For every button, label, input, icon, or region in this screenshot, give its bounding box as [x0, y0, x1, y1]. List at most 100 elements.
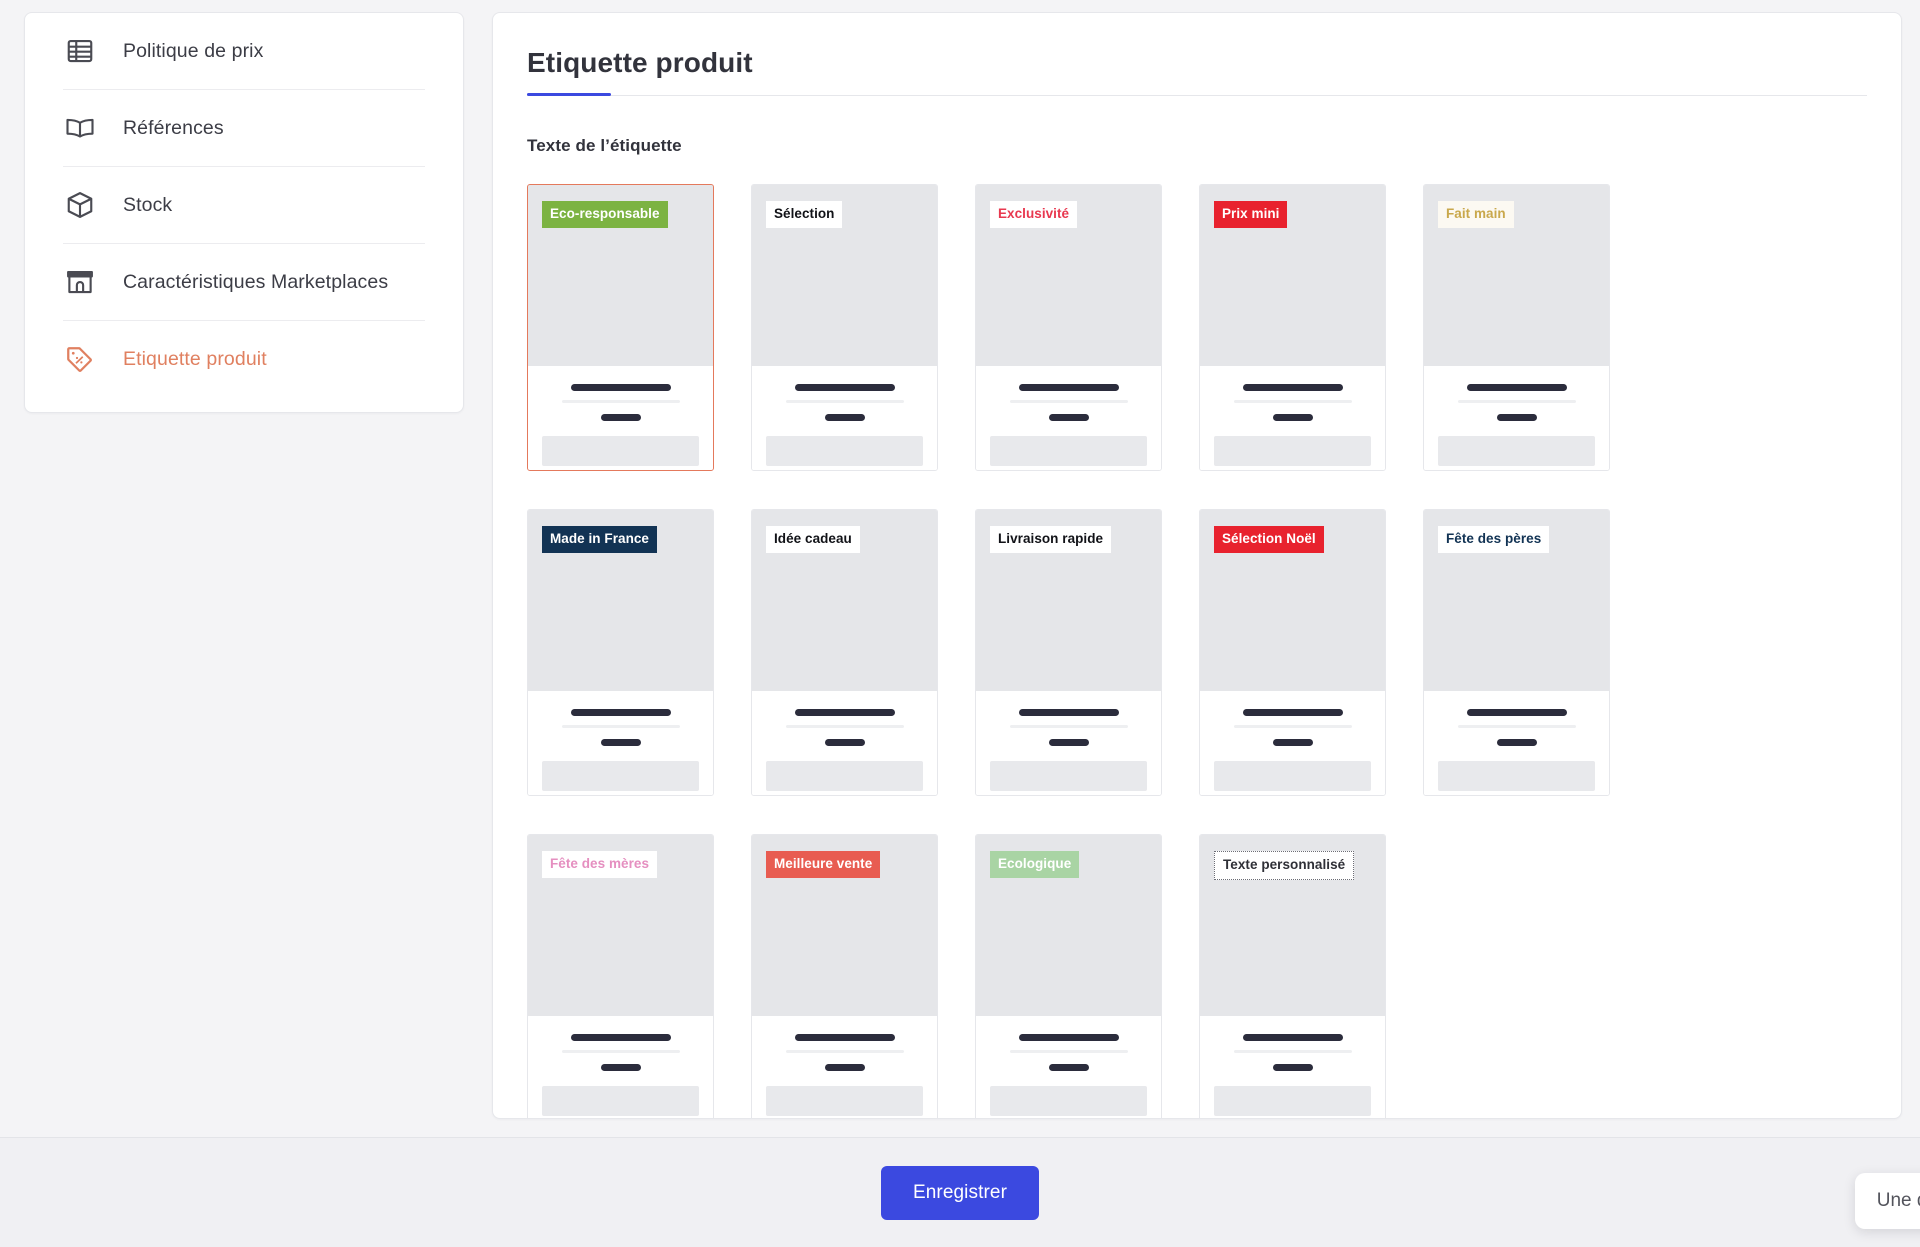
custom-text-badge[interactable]: Texte personnalisé — [1214, 851, 1355, 880]
status-badge: Idée cadeau — [766, 526, 860, 553]
sidebar-item-stock[interactable]: Stock — [63, 167, 425, 244]
label-card[interactable]: Livraison rapide — [975, 509, 1162, 796]
app-root: Politique de prix Références Stock Carac… — [0, 0, 1920, 1247]
skeleton-block — [990, 761, 1147, 791]
page-title: Etiquette produit — [527, 47, 753, 78]
card-preview-image: Made in France — [528, 510, 713, 691]
skeleton-title — [1242, 384, 1343, 391]
skeleton-block — [990, 1086, 1147, 1116]
card-preview-image: Livraison rapide — [976, 510, 1161, 691]
sidebar-item-label: Références — [123, 116, 224, 139]
skeleton-block — [1438, 761, 1595, 791]
sidebar-item-etiquette-produit[interactable]: Etiquette produit — [63, 321, 425, 398]
skeleton-title — [794, 384, 895, 391]
skeleton-price — [1272, 414, 1313, 421]
card-preview-body — [752, 366, 937, 470]
grid-spacer — [1647, 834, 1834, 1118]
chat-widget[interactable]: Une qu — [1854, 1173, 1920, 1229]
skeleton-line — [561, 1050, 680, 1053]
label-card[interactable]: Ecologique — [975, 834, 1162, 1118]
skeleton-line — [1233, 1050, 1352, 1053]
label-card-grid: Eco-responsable Sélection Exclusivité Pr… — [527, 184, 1867, 1118]
label-card[interactable]: Idée cadeau — [751, 509, 938, 796]
grid-spacer — [1871, 509, 1901, 796]
label-card[interactable]: Sélection Noël — [1199, 509, 1386, 796]
status-badge: Livraison rapide — [990, 526, 1112, 553]
label-card[interactable]: Meilleure vente — [751, 834, 938, 1118]
skeleton-price — [824, 1064, 865, 1071]
label-card[interactable]: Fête des pères — [1423, 509, 1610, 796]
skeleton-block — [1214, 436, 1371, 466]
skeleton-line — [1233, 400, 1352, 403]
skeleton-block — [990, 436, 1147, 466]
skeleton-title — [1242, 1034, 1343, 1041]
book-icon — [63, 111, 97, 145]
skeleton-title — [794, 1034, 895, 1041]
status-badge: Ecologique — [990, 851, 1080, 878]
box-icon — [63, 188, 97, 222]
status-badge: Sélection — [766, 201, 843, 228]
status-badge: Made in France — [542, 526, 657, 553]
label-card[interactable]: Prix mini — [1199, 184, 1386, 471]
sidebar-item-caracteristiques-marketplaces[interactable]: Caractéristiques Marketplaces — [63, 244, 425, 321]
skeleton-line — [1457, 725, 1576, 728]
label-card[interactable]: Exclusivité — [975, 184, 1162, 471]
skeleton-price — [1048, 414, 1089, 421]
skeleton-block — [766, 436, 923, 466]
label-card[interactable]: Made in France — [527, 509, 714, 796]
status-badge: Exclusivité — [990, 201, 1078, 228]
settings-sidebar: Politique de prix Références Stock Carac… — [24, 12, 464, 413]
skeleton-block — [766, 761, 923, 791]
skeleton-block — [1214, 761, 1371, 791]
card-preview-body — [976, 1016, 1161, 1118]
skeleton-block — [1214, 1086, 1371, 1116]
grid-spacer — [1647, 509, 1834, 796]
label-card[interactable]: Sélection — [751, 184, 938, 471]
skeleton-price — [1272, 739, 1313, 746]
card-preview-body — [1200, 1016, 1385, 1118]
label-card-custom-text[interactable]: Texte personnalisé — [1199, 834, 1386, 1118]
price-tag-icon — [63, 343, 97, 377]
status-badge: Fête des mères — [542, 851, 658, 878]
section-label: Texte de l’étiquette — [527, 136, 682, 155]
sidebar-item-politique-de-prix[interactable]: Politique de prix — [63, 13, 425, 90]
card-preview-image: Sélection — [752, 185, 937, 366]
active-tab-indicator — [527, 93, 611, 96]
skeleton-block — [542, 436, 699, 466]
label-card[interactable]: Fait main — [1423, 184, 1610, 471]
card-preview-body — [976, 366, 1161, 470]
skeleton-line — [1009, 725, 1128, 728]
skeleton-price — [600, 414, 641, 421]
skeleton-line — [1009, 1050, 1128, 1053]
label-card[interactable]: Fête des mères — [527, 834, 714, 1118]
skeleton-title — [1018, 1034, 1119, 1041]
skeleton-line — [1233, 725, 1352, 728]
card-preview-body — [752, 691, 937, 795]
label-card[interactable]: Eco-responsable — [527, 184, 714, 471]
sidebar-list: Politique de prix Références Stock Carac… — [25, 13, 463, 398]
status-badge: Fête des pères — [1438, 526, 1550, 553]
skeleton-title — [1466, 709, 1567, 716]
storefront-icon — [63, 265, 97, 299]
card-preview-body — [1200, 366, 1385, 470]
skeleton-title — [1018, 709, 1119, 716]
sidebar-item-references[interactable]: Références — [63, 90, 425, 167]
skeleton-price — [1496, 414, 1537, 421]
skeleton-title — [794, 709, 895, 716]
status-badge: Prix mini — [1214, 201, 1288, 228]
skeleton-line — [785, 725, 904, 728]
skeleton-price — [1272, 1064, 1313, 1071]
skeleton-price — [824, 739, 865, 746]
card-preview-body — [528, 691, 713, 795]
card-preview-image: Idée cadeau — [752, 510, 937, 691]
workspace: Politique de prix Références Stock Carac… — [0, 0, 1920, 1137]
sidebar-item-label: Stock — [123, 193, 173, 216]
card-preview-image: Sélection Noël — [1200, 510, 1385, 691]
skeleton-title — [1242, 709, 1343, 716]
skeleton-line — [785, 400, 904, 403]
price-policy-icon — [63, 34, 97, 68]
card-preview-image: Meilleure vente — [752, 835, 937, 1016]
skeleton-price — [600, 739, 641, 746]
skeleton-title — [1018, 384, 1119, 391]
save-button[interactable]: Enregistrer — [880, 1165, 1040, 1220]
